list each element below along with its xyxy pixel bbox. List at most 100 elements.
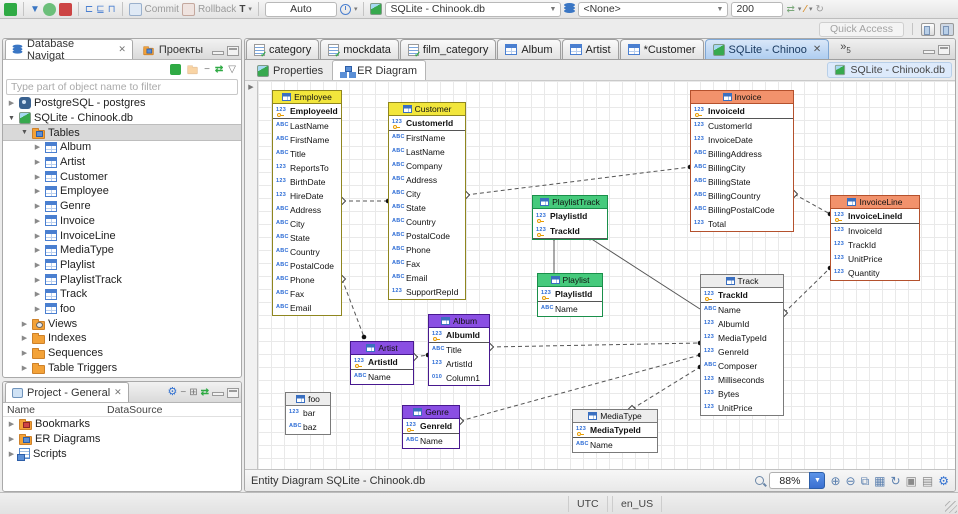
link-with-editor-icon[interactable]: ⇄ bbox=[201, 387, 209, 398]
connect-plug-icon[interactable] bbox=[4, 2, 17, 16]
entity-column-total[interactable]: 123 Total bbox=[691, 217, 793, 231]
disconnect-arrow-icon[interactable]: ▼ bbox=[30, 3, 40, 16]
entity-header[interactable]: MediaType bbox=[573, 410, 657, 423]
editor-tab--customer[interactable]: *Customer bbox=[619, 39, 704, 59]
entity-column-trackid[interactable]: 123 TrackId bbox=[701, 288, 783, 303]
entity-column-albumid[interactable]: 123 AlbumId bbox=[701, 317, 783, 331]
tree-item-views[interactable]: ▶ Views bbox=[3, 316, 241, 331]
tree-item-employee[interactable]: ▶ Employee bbox=[3, 184, 241, 199]
tree-item-customer[interactable]: ▶ Customer bbox=[3, 169, 241, 184]
tree-item-invoice[interactable]: ▶ Invoice bbox=[3, 214, 241, 229]
entity-playlist[interactable]: Playlist 123 PlaylistId ABC Name bbox=[537, 273, 603, 317]
transaction-dropdown-icon[interactable]: ▾ bbox=[248, 3, 252, 16]
tab-project-general[interactable]: Project - General ✕ bbox=[5, 382, 129, 402]
tree-item-track[interactable]: ▶ Track bbox=[3, 287, 241, 302]
tree-item-genre[interactable]: ▶ Genre bbox=[3, 199, 241, 214]
link-with-editor-icon[interactable]: ⇄ bbox=[215, 64, 223, 75]
entity-column-name[interactable]: ABC Name bbox=[403, 434, 459, 448]
zoom-dropdown-icon[interactable]: ▼ bbox=[809, 472, 826, 489]
refresh-icon[interactable]: ↻ bbox=[816, 3, 824, 16]
sql-editor-icon[interactable]: ⊏ bbox=[85, 3, 93, 16]
tree-item-scripts[interactable]: ▶ Scripts bbox=[3, 446, 241, 462]
entity-column-phone[interactable]: ABC Phone bbox=[273, 273, 341, 287]
entity-customer[interactable]: Customer 123 CustomerId ABC FirstName ABC Last… bbox=[388, 102, 466, 300]
editor-tab-mockdata[interactable]: mockdata bbox=[320, 39, 399, 59]
entity-column-address[interactable]: ABC Address bbox=[389, 173, 465, 187]
editor-tab-sqlite-chinoo[interactable]: SQLite - Chinoo ✕ bbox=[704, 39, 830, 59]
entity-column-genreid[interactable]: 123 GenreId bbox=[403, 419, 459, 434]
entity-column-albumid[interactable]: 123 AlbumId bbox=[429, 328, 489, 343]
entity-column-title[interactable]: ABC Title bbox=[429, 343, 489, 357]
arrange-diagram-icon[interactable]: ⧉ bbox=[861, 474, 870, 488]
tree-item-indexes[interactable]: ▶ Indexes bbox=[3, 331, 241, 346]
print-icon[interactable]: ▤ bbox=[922, 474, 933, 488]
tree-item-playlisttrack[interactable]: ▶ PlaylistTrack bbox=[3, 272, 241, 287]
inner-tab-er-diagram[interactable]: ER Diagram bbox=[332, 60, 427, 80]
expand-arrow-icon[interactable]: ▶ bbox=[33, 173, 42, 181]
entity-column-billingstate[interactable]: ABC BillingState bbox=[691, 175, 793, 189]
tree-item-table-triggers[interactable]: ▶ Table Triggers bbox=[3, 360, 241, 375]
view-menu-icon[interactable]: ▽ bbox=[228, 64, 236, 75]
minimize-icon[interactable] bbox=[212, 50, 224, 55]
expand-arrow-icon[interactable]: ▶ bbox=[33, 305, 42, 313]
entity-column-employeeid[interactable]: 123 EmployeeId bbox=[273, 104, 341, 119]
expand-arrow-icon[interactable]: ▶ bbox=[33, 232, 42, 240]
entity-column-artistid[interactable]: 123 ArtistId bbox=[429, 357, 489, 371]
open-perspective-icon[interactable] bbox=[921, 22, 935, 36]
entity-column-invoicedate[interactable]: 123 InvoiceDate bbox=[691, 133, 793, 147]
entity-column-title[interactable]: ABC Title bbox=[273, 147, 341, 161]
entity-header[interactable]: Album bbox=[429, 315, 489, 328]
entity-column-unitprice[interactable]: 123 UnitPrice bbox=[701, 401, 783, 415]
tree-item-postgresql-postgres[interactable]: ▶ PostgreSQL - postgres bbox=[3, 96, 241, 111]
entity-header[interactable]: foo bbox=[286, 393, 330, 406]
tree-item-sqlite-chinook-db[interactable]: ▼ SQLite - Chinook.db bbox=[3, 111, 241, 126]
entity-column-state[interactable]: ABC State bbox=[389, 201, 465, 215]
entity-column-city[interactable]: ABC City bbox=[273, 217, 341, 231]
tree-item-mediatype[interactable]: ▶ MediaType bbox=[3, 243, 241, 258]
er-relationship-line[interactable] bbox=[783, 267, 831, 314]
inner-tab-properties[interactable]: Properties bbox=[248, 60, 332, 80]
entity-column-trackid[interactable]: 123 TrackId bbox=[831, 238, 919, 252]
expand-arrow-icon[interactable]: ▶ bbox=[33, 187, 42, 195]
entity-column-fax[interactable]: ABC Fax bbox=[389, 257, 465, 271]
zoom-out-icon[interactable]: ⊖ bbox=[846, 474, 856, 488]
entity-column-bytes[interactable]: 123 Bytes bbox=[701, 387, 783, 401]
entity-album[interactable]: Album 123 AlbumId ABC Title 123 ArtistId 010 Col… bbox=[428, 314, 490, 386]
expand-arrow-icon[interactable]: ▶ bbox=[7, 99, 16, 107]
entity-header[interactable]: Track bbox=[701, 275, 783, 288]
entity-artist[interactable]: Artist 123 ArtistId ABC Name bbox=[350, 341, 414, 385]
tab-projects[interactable]: Проекты bbox=[135, 39, 210, 59]
link-folder-icon[interactable] bbox=[187, 65, 198, 75]
expand-arrow-icon[interactable]: ▶ bbox=[33, 290, 42, 298]
connect-icon[interactable] bbox=[170, 63, 182, 75]
entity-column-birthdate[interactable]: 123 BirthDate bbox=[273, 175, 341, 189]
diagram-grid[interactable]: Employee 123 EmployeeId ABC LastName ABC First… bbox=[258, 81, 955, 469]
tree-item-data-types[interactable]: ▶Data Types bbox=[3, 375, 241, 377]
save-image-icon[interactable]: ▣ bbox=[906, 474, 917, 488]
rollback-icon[interactable] bbox=[181, 2, 195, 16]
tree-item-invoiceline[interactable]: ▶ InvoiceLine bbox=[3, 228, 241, 243]
entity-column-milliseconds[interactable]: 123 Milliseconds bbox=[701, 373, 783, 387]
minimize-icon[interactable] bbox=[923, 49, 935, 54]
quick-access-field[interactable]: Quick Access bbox=[818, 21, 904, 37]
er-relationship-line[interactable] bbox=[341, 278, 365, 338]
close-icon[interactable]: ✕ bbox=[118, 44, 126, 55]
entity-column-invoiceid[interactable]: 123 InvoiceId bbox=[831, 224, 919, 238]
expand-arrow-icon[interactable]: ▶ bbox=[33, 217, 42, 225]
entity-column-unitprice[interactable]: 123 UnitPrice bbox=[831, 252, 919, 266]
entity-header[interactable]: Employee bbox=[273, 91, 341, 104]
editor-tab-artist[interactable]: Artist bbox=[561, 39, 619, 59]
expand-arrow-icon[interactable]: ▶ bbox=[7, 420, 16, 428]
expand-arrow-icon[interactable]: ▶ bbox=[20, 334, 29, 342]
entity-column-phone[interactable]: ABC Phone bbox=[389, 243, 465, 257]
entity-column-email[interactable]: ABC Email bbox=[273, 301, 341, 315]
palette-strip[interactable]: ▶ bbox=[245, 81, 258, 469]
resize-grip[interactable] bbox=[945, 501, 957, 513]
compare-icon[interactable]: ⇄ bbox=[786, 3, 794, 16]
entity-column-hiredate[interactable]: 123 HireDate bbox=[273, 189, 341, 203]
fetch-size-field[interactable]: 200 bbox=[731, 1, 784, 17]
er-relationship-line[interactable] bbox=[793, 193, 831, 215]
close-icon[interactable]: ✕ bbox=[114, 387, 122, 398]
entity-column-firstname[interactable]: ABC FirstName bbox=[389, 131, 465, 145]
entity-column-country[interactable]: ABC Country bbox=[273, 245, 341, 259]
